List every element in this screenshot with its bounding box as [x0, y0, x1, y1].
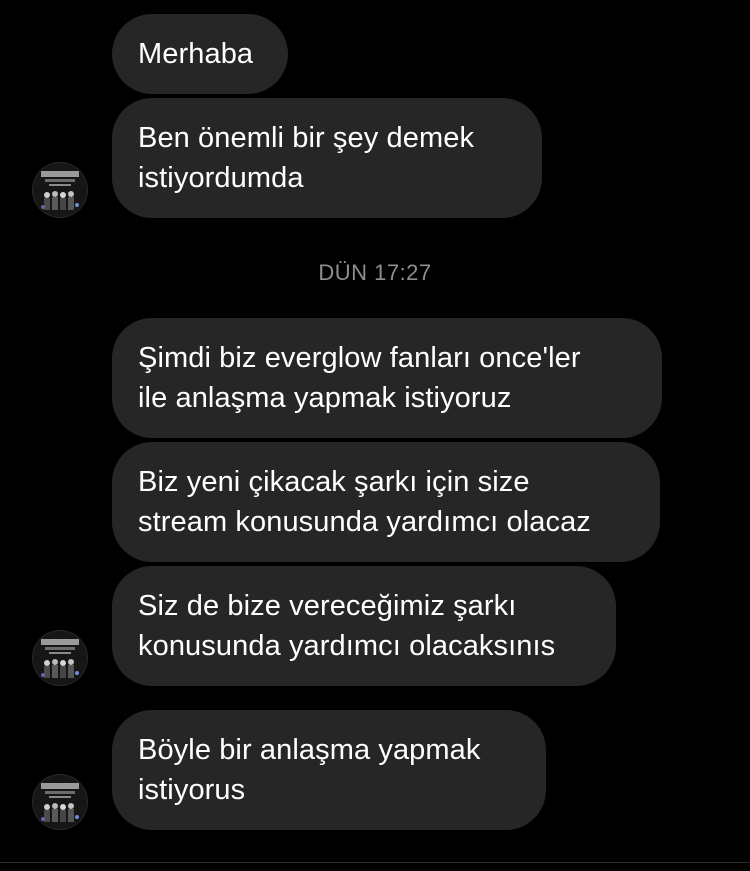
message-timestamp: DÜN 17:27 — [318, 260, 432, 285]
message-text: Şimdi biz everglow fanları once'ler ile … — [138, 342, 581, 414]
message-bubble[interactable]: Siz de bize vereceğimiz şarkı konusunda … — [112, 566, 616, 686]
bottom-divider — [0, 862, 750, 863]
message-text: Merhaba — [138, 38, 254, 70]
message-bubble[interactable]: Biz yeni çikacak şarkı için size stream … — [112, 442, 660, 562]
message-bubble[interactable]: Ben önemli bir şey demek istiyordumda — [112, 98, 542, 218]
contact-avatar-icon[interactable] — [33, 163, 87, 217]
message-bubble[interactable]: Şimdi biz everglow fanları once'ler ile … — [112, 318, 662, 438]
message-text: Ben önemli bir şey demek istiyordumda — [138, 122, 475, 194]
contact-avatar-icon[interactable] — [33, 631, 87, 685]
message-text: Böyle bir anlaşma yapmak istiyorus — [138, 734, 481, 806]
contact-avatar-icon[interactable] — [33, 775, 87, 829]
message-text: Siz de bize vereceğimiz şarkı konusunda … — [138, 590, 556, 662]
message-bubble[interactable]: Merhaba — [112, 14, 288, 94]
message-bubble[interactable]: Böyle bir anlaşma yapmak istiyorus — [112, 710, 546, 830]
message-text: Biz yeni çikacak şarkı için size stream … — [138, 466, 591, 538]
